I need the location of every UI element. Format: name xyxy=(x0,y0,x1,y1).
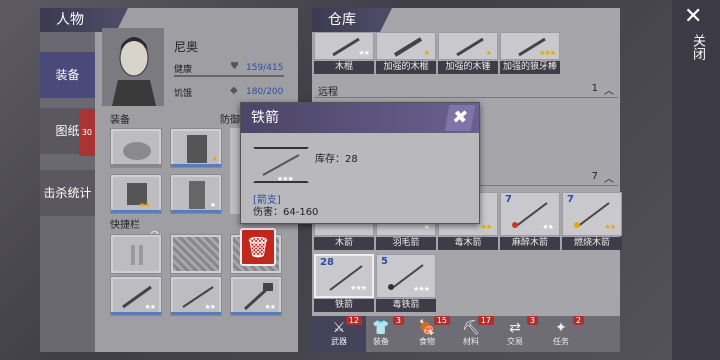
close-icon: ✕ xyxy=(684,4,703,29)
arrow-label-3: 毒木箭 xyxy=(438,237,498,250)
character-name: 尼奥 xyxy=(174,40,199,54)
gloves-icon xyxy=(127,183,147,205)
tab-label: 交易 xyxy=(507,337,523,346)
blueprint-badge: 30 xyxy=(78,110,95,156)
heart-icon: ♥ xyxy=(230,61,239,72)
warehouse-title: 仓库 xyxy=(328,12,356,28)
weapon-label-1: 木棍 xyxy=(314,61,374,74)
weapon-label-2: 加强的木棍 xyxy=(376,61,436,74)
popup-header: 铁箭 xyxy=(241,103,479,133)
quick-slot-2[interactable] xyxy=(170,234,222,274)
chevron-up-icon: ︿ xyxy=(604,86,614,97)
ranged-label: 远程 xyxy=(318,87,338,98)
character-title: 人物 xyxy=(56,12,84,28)
arrow-label-poison-iron: 毒铁箭 xyxy=(376,299,436,312)
portrait-icon xyxy=(112,37,156,106)
spear-icon xyxy=(182,286,214,308)
trash-icon: 🗑 xyxy=(245,235,271,259)
weapon-slot-4[interactable]: ★★★ xyxy=(500,32,560,60)
item-popup: 铁箭 ✖ ★★★ 库存：28 [箭支] 伤害：64-160 xyxy=(240,102,480,224)
arrow-count-5: 7 xyxy=(567,194,574,205)
arrow-count-iron: 28 xyxy=(320,257,334,268)
ranged-count: 1 xyxy=(591,83,598,94)
equip-slot-head[interactable] xyxy=(110,128,162,168)
health-value: 159/415 xyxy=(246,63,284,73)
quick-slot-6[interactable]: ★★ xyxy=(230,276,282,316)
tab-label: 武器 xyxy=(331,337,347,346)
arrow-slot-poison-iron[interactable]: 5 ★★★ xyxy=(376,254,436,298)
pants-icon xyxy=(189,181,205,209)
sidebar-item-kills[interactable]: 击杀统计 xyxy=(40,170,95,216)
arrow-count-poison-iron: 5 xyxy=(381,256,388,267)
close-label: 关闭 xyxy=(690,34,705,60)
health-bar xyxy=(174,75,284,77)
health-label: 健康 xyxy=(174,65,193,75)
crossbow-icon xyxy=(122,285,152,309)
food-icon: ◆ xyxy=(230,85,238,96)
tab-badge: 2 xyxy=(572,316,584,325)
tab-label: 任务 xyxy=(553,337,569,346)
arrows-section-header[interactable]: 7 ︿ xyxy=(480,168,618,186)
arrow-slot-5[interactable]: 7 ★★ xyxy=(562,192,622,236)
popup-damage: 伤害：64-160 xyxy=(253,207,319,218)
warehouse-tab-header: 仓库 xyxy=(312,8,392,32)
equip-slot-pants[interactable]: ★ xyxy=(170,174,222,214)
tab-quests[interactable]: 2 ✦ 任务 xyxy=(534,316,588,352)
delete-button[interactable]: 🗑 xyxy=(240,228,276,266)
helmet-icon xyxy=(123,142,151,160)
equip-slot-armor[interactable]: ★ xyxy=(170,128,222,168)
vest-icon xyxy=(187,135,207,163)
weapon-slot-2[interactable]: ★ xyxy=(376,32,436,60)
quickbar-label: 快捷栏 xyxy=(110,220,140,231)
arrow-label-5: 燃烧木箭 xyxy=(562,237,622,250)
hammer-icon xyxy=(243,283,273,311)
weapon-slot-3[interactable]: ★ xyxy=(438,32,498,60)
tab-label: 装备 xyxy=(373,337,389,346)
close-icon: ✖ xyxy=(450,107,470,128)
popup-close-button[interactable]: ✖ xyxy=(444,105,476,131)
tab-label: 材料 xyxy=(463,337,479,346)
defense-label: 防御 xyxy=(220,115,240,126)
close-button[interactable]: ✕ 关闭 xyxy=(672,0,720,360)
equip-slot-extra[interactable] xyxy=(230,128,240,214)
sidebar-item-equipment[interactable]: 装备 xyxy=(40,52,95,98)
weapon-slot-1[interactable]: ★★ xyxy=(314,32,374,60)
equip-label: 装备 xyxy=(110,115,130,126)
character-portrait xyxy=(102,28,164,106)
weapon-label-4: 加强的狼牙棒 xyxy=(500,61,560,74)
arrow-label-4: 麻醉木箭 xyxy=(500,237,560,250)
arrow-label-2: 羽毛箭 xyxy=(376,237,436,250)
sidebar-item-blueprints[interactable]: 图纸 30 xyxy=(40,108,95,156)
quick-slot-5[interactable]: ★★ xyxy=(170,276,222,316)
arrow-count-4: 7 xyxy=(505,194,512,205)
quick-slot-1[interactable] xyxy=(110,234,162,274)
popup-stock: 库存：28 xyxy=(315,154,358,165)
quick-slot-4[interactable]: ★★ xyxy=(110,276,162,316)
ammo-icon xyxy=(131,245,143,265)
chevron-up-icon: ︿ xyxy=(604,174,614,185)
arrow-slot-iron[interactable]: 28 ★★★ xyxy=(314,254,374,298)
ranged-section-header[interactable]: 远程 1 ︿ xyxy=(314,80,618,98)
arrows-count: 7 xyxy=(591,171,598,182)
tab-label: 食物 xyxy=(419,337,435,346)
arrow-label-iron: 铁箭 xyxy=(314,299,374,312)
popup-title: 铁箭 xyxy=(251,110,279,126)
sidebar-item-label: 装备 xyxy=(55,68,80,82)
sidebar-item-label: 击杀统计 xyxy=(43,186,92,200)
hunger-label: 饥饿 xyxy=(174,89,193,99)
popup-item-frame: ★★★ xyxy=(253,147,309,183)
arrow-slot-4[interactable]: 7 ★★ xyxy=(500,192,560,236)
hunger-value: 180/200 xyxy=(246,87,284,97)
equip-slot-gloves[interactable]: ★★ xyxy=(110,174,162,214)
sidebar-item-label: 图纸 xyxy=(55,124,80,138)
weapon-label-3: 加强的木锤 xyxy=(438,61,498,74)
arrow-label-1: 木箭 xyxy=(314,237,374,250)
